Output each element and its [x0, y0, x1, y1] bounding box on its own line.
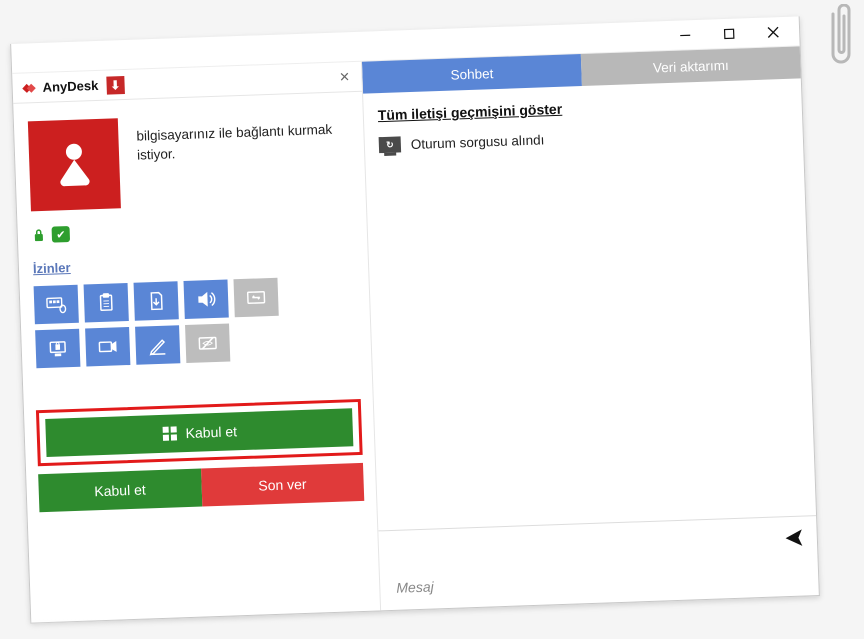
lock-status-icon: [32, 227, 47, 243]
tab-close-icon[interactable]: ×: [333, 66, 356, 87]
perm-lock[interactable]: [35, 329, 80, 369]
accept-label: Kabul et: [94, 482, 146, 500]
message-bar: Mesaj: [378, 515, 819, 610]
requester-avatar: [28, 118, 121, 211]
accept-main-label: Kabul et: [185, 423, 237, 441]
requester-block: bilgisayarınız ile bağlantı kurmak istiy…: [13, 92, 366, 222]
perm-audio[interactable]: [183, 280, 228, 320]
perm-keyboard-mouse[interactable]: [34, 285, 79, 325]
log-text: Oturum sorgusu alındı: [411, 132, 545, 152]
accept-main-button[interactable]: Kabul et: [45, 408, 353, 457]
accept-button[interactable]: Kabul et: [38, 469, 202, 513]
reject-label: Son ver: [258, 476, 307, 494]
send-icon[interactable]: [782, 527, 805, 555]
perm-record[interactable]: [85, 327, 130, 367]
paperclip-decoration: [824, 4, 858, 76]
perm-clipboard[interactable]: [84, 283, 129, 323]
session-tab-icon[interactable]: ⬇: [106, 76, 125, 95]
action-row: Kabul et Son ver: [38, 463, 364, 512]
window-minimize[interactable]: [663, 20, 708, 50]
request-text: bilgisayarınız ile bağlantı kurmak istiy…: [136, 120, 350, 165]
perm-display-switch[interactable]: [233, 278, 278, 318]
chat-panel: Sohbet Veri aktarımı Tüm iletişi geçmişi…: [362, 46, 819, 610]
chat-body: [365, 142, 816, 530]
app-window: AnyDesk ⬇ × bilgisayarınız ile bağlantı …: [10, 16, 820, 623]
perm-file-transfer[interactable]: [134, 281, 179, 321]
accept-highlight-box: Kabul et: [36, 399, 363, 466]
session-icon: ↻: [379, 136, 402, 153]
verified-status-icon: ✔: [52, 226, 71, 243]
window-close[interactable]: [751, 17, 796, 47]
anydesk-logo-icon: [18, 79, 37, 98]
request-panel: AnyDesk ⬇ × bilgisayarınız ile bağlantı …: [12, 62, 381, 623]
permissions-grid: [19, 273, 302, 383]
reject-button[interactable]: Son ver: [201, 463, 365, 507]
perm-draw[interactable]: [135, 325, 180, 365]
app-name: AnyDesk: [42, 78, 98, 95]
window-maximize[interactable]: [707, 19, 752, 49]
shield-icon: [161, 425, 178, 442]
vignette: [0, 619, 864, 639]
perm-privacy[interactable]: [185, 323, 230, 363]
